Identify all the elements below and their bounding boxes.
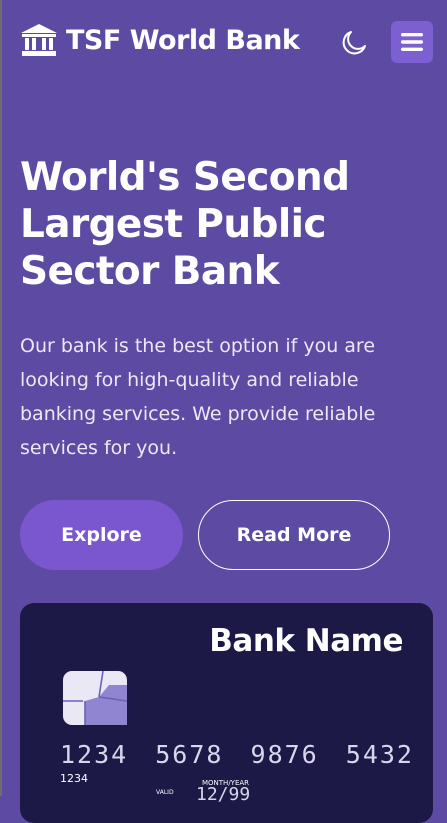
menu-button[interactable] bbox=[391, 21, 433, 63]
card-valid-label: VALID bbox=[156, 789, 174, 796]
theme-toggle-button[interactable] bbox=[340, 29, 368, 57]
brand[interactable]: TSF World Bank bbox=[20, 22, 300, 58]
hamburger-menu-icon bbox=[401, 33, 423, 51]
card-number: 1234 5678 9876 5432 bbox=[60, 740, 414, 769]
card-bank-name: Bank Name bbox=[209, 623, 403, 659]
card-expiry: 12/99 bbox=[196, 784, 251, 805]
moon-icon bbox=[342, 31, 366, 55]
window-edge bbox=[0, 0, 2, 796]
explore-button[interactable]: Explore bbox=[20, 500, 183, 570]
read-more-button[interactable]: Read More bbox=[198, 500, 390, 570]
hero-title: World's Second Largest Public Sector Ban… bbox=[20, 155, 350, 294]
bank-icon bbox=[21, 24, 57, 56]
card-chip-icon bbox=[63, 671, 127, 725]
bank-card: Bank Name 1234 5678 9876 5432 1234 MONTH… bbox=[20, 603, 433, 823]
card-number-short: 1234 bbox=[60, 772, 88, 785]
hero-description: Our bank is the best option if you are l… bbox=[20, 335, 376, 459]
brand-name: TSF World Bank bbox=[66, 24, 300, 56]
site-header: TSF World Bank bbox=[0, 0, 447, 82]
